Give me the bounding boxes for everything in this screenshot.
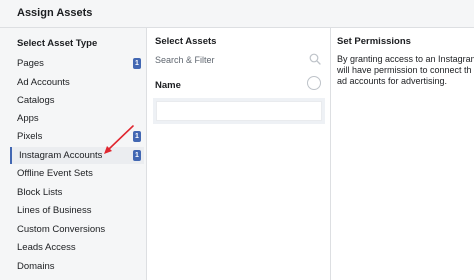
- asset-type-offline-event-sets[interactable]: Offline Event Sets: [10, 165, 144, 182]
- asset-type-label: Instagram Accounts: [19, 150, 103, 161]
- permissions-heading: Set Permissions: [337, 36, 411, 47]
- assets-column: Select Assets Name: [147, 28, 331, 280]
- asset-type-catalogs[interactable]: Catalogs: [10, 92, 144, 109]
- asset-type-block-lists[interactable]: Block Lists: [10, 184, 144, 201]
- asset-type-label: Custom Conversions: [17, 224, 106, 235]
- asset-type-apps[interactable]: Apps: [10, 110, 144, 127]
- search-input[interactable]: [155, 52, 305, 67]
- count-badge: 1: [133, 131, 141, 142]
- permissions-column: Set Permissions By granting access to an…: [331, 28, 474, 280]
- asset-type-lines-of-business[interactable]: Lines of Business: [10, 202, 144, 219]
- dialog-header: Assign Assets: [0, 0, 474, 28]
- name-column-header: Name: [155, 80, 181, 91]
- asset-type-domains[interactable]: Domains: [10, 258, 144, 275]
- assets-heading: Select Assets: [155, 36, 217, 47]
- count-badge: 1: [133, 58, 141, 69]
- asset-type-pixels[interactable]: Pixels 1: [10, 128, 144, 145]
- asset-type-custom-conversions[interactable]: Custom Conversions: [10, 221, 144, 238]
- asset-type-label: Pixels: [17, 131, 43, 142]
- asset-type-label: Leads Access: [17, 242, 76, 253]
- asset-type-label: Pages: [17, 58, 44, 69]
- asset-row-content: [156, 101, 322, 121]
- asset-type-pages[interactable]: Pages 1: [10, 55, 144, 72]
- asset-type-label: Apps: [17, 113, 39, 124]
- asset-type-label: Ad Accounts: [17, 77, 70, 88]
- asset-list-row[interactable]: [153, 98, 325, 124]
- asset-type-heading: Select Asset Type: [17, 38, 98, 49]
- asset-type-label: Block Lists: [17, 187, 63, 198]
- asset-type-instagram-accounts[interactable]: Instagram Accounts 1: [10, 147, 144, 164]
- search-box: [147, 49, 330, 71]
- asset-type-leads-access[interactable]: Leads Access: [10, 239, 144, 256]
- select-all-radio-icon[interactable]: [307, 76, 321, 90]
- asset-type-label: Catalogs: [17, 95, 55, 106]
- permissions-description: By granting access to an Instagram will …: [337, 54, 474, 86]
- asset-type-ad-accounts[interactable]: Ad Accounts: [10, 74, 144, 91]
- dialog-title: Assign Assets: [17, 7, 93, 19]
- asset-type-label: Domains: [17, 261, 55, 272]
- asset-type-label: Lines of Business: [17, 205, 92, 216]
- count-badge: 1: [133, 150, 141, 161]
- asset-type-column: Select Asset Type Pages 1 Ad Accounts Ca…: [0, 28, 147, 280]
- assign-assets-dialog: Assign Assets Select Asset Type Pages 1 …: [0, 0, 474, 280]
- asset-type-label: Offline Event Sets: [17, 168, 93, 179]
- search-icon[interactable]: [309, 53, 321, 65]
